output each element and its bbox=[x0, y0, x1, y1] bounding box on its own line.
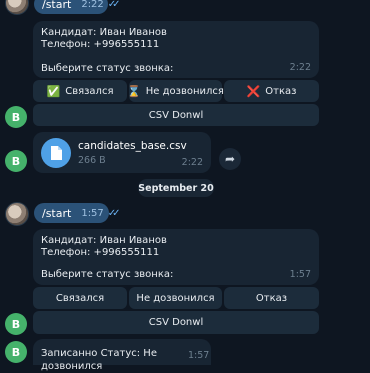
message-time: 2:22 bbox=[181, 157, 203, 168]
date-separator: September 20 bbox=[138, 179, 214, 197]
button-label: Связался bbox=[65, 85, 114, 97]
status-saved-message: Записанно Статус: Не дозвонился 1:57 bbox=[33, 339, 211, 372]
read-check-icon: ✓✓ bbox=[107, 207, 121, 219]
check-icon: ✅ bbox=[46, 84, 61, 98]
user-avatar[interactable] bbox=[5, 0, 29, 15]
message-text: Записанно Статус: Не дозвонился bbox=[41, 348, 157, 372]
status-connected-button[interactable]: Связался bbox=[33, 287, 127, 309]
user-avatar[interactable] bbox=[5, 202, 29, 226]
read-check-icon: ✓✓ bbox=[107, 0, 121, 10]
file-message[interactable]: candidates_base.csv 266 B 2:22 bbox=[33, 132, 211, 173]
file-icon[interactable] bbox=[41, 138, 71, 168]
message-time: 1:57 bbox=[289, 269, 311, 280]
csv-download-button[interactable]: CSV Donwl bbox=[33, 311, 319, 334]
file-name: candidates_base.csv bbox=[78, 140, 187, 152]
button-label: Отказ bbox=[265, 85, 297, 97]
status-connected-button[interactable]: ✅ Связался bbox=[33, 80, 127, 102]
message-time: 1:57 bbox=[188, 350, 210, 361]
button-label: Отказ bbox=[255, 292, 288, 304]
bot-avatar[interactable]: B bbox=[5, 150, 27, 172]
message-time: 2:22 bbox=[289, 62, 311, 73]
button-label: CSV Donwl bbox=[148, 317, 204, 328]
status-no-answer-button[interactable]: Не дозвонился bbox=[129, 287, 222, 309]
status-no-answer-button[interactable]: ⌛ Не дозвонился bbox=[127, 80, 224, 102]
button-label: Связался bbox=[55, 292, 105, 304]
message-text: /start bbox=[42, 0, 72, 11]
csv-download-button[interactable]: CSV Donwl bbox=[33, 104, 319, 126]
status-prompt: Выберите статус звонка: bbox=[41, 63, 174, 74]
button-label: Не дозвонился bbox=[145, 85, 224, 97]
bot-avatar[interactable]: B bbox=[5, 341, 27, 363]
forward-button[interactable]: ➦ bbox=[219, 148, 241, 170]
status-prompt: Выберите статус звонка: bbox=[41, 269, 174, 280]
forward-icon: ➦ bbox=[224, 152, 236, 166]
bot-avatar[interactable]: B bbox=[5, 313, 27, 335]
file-size: 266 B bbox=[78, 155, 106, 166]
hourglass-icon: ⌛ bbox=[127, 84, 141, 98]
message-text: /start bbox=[42, 206, 72, 220]
bot-message-candidate: Кандидат: Иван Иванов Телефон: +99655511… bbox=[33, 21, 319, 78]
message-time: 2:22 bbox=[81, 0, 104, 10]
outgoing-message-start: /start 1:57 ✓✓ bbox=[34, 203, 120, 223]
candidate-phone: Телефон: +996555111 bbox=[41, 39, 160, 50]
status-refusal-button[interactable]: Отказ bbox=[224, 287, 319, 309]
outgoing-message-start: /start 2:22 ✓✓ bbox=[34, 0, 120, 14]
message-time: 1:57 bbox=[81, 207, 104, 219]
candidate-phone: Телефон: +996555111 bbox=[41, 247, 160, 258]
bot-avatar[interactable]: B bbox=[5, 106, 27, 128]
bot-message-candidate: Кандидат: Иван Иванов Телефон: +99655511… bbox=[33, 229, 319, 285]
cross-icon: ❌ bbox=[246, 84, 261, 98]
button-label: CSV Donwl bbox=[148, 109, 204, 121]
button-label: Не дозвонился bbox=[136, 292, 215, 304]
status-refusal-button[interactable]: ❌ Отказ bbox=[224, 80, 319, 102]
